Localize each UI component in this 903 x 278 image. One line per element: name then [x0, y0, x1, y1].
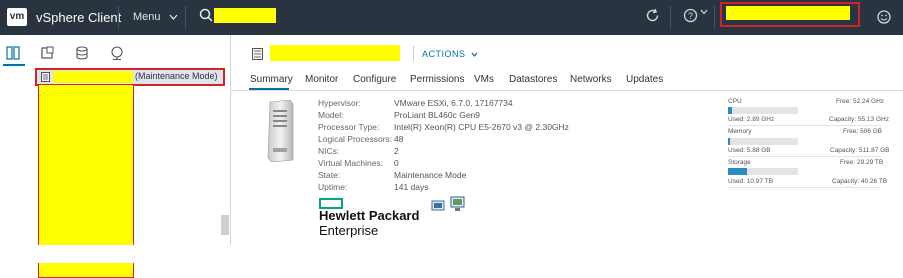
actions-label: ACTIONS: [422, 49, 466, 59]
object-tabs: Summary Monitor Configure Permissions VM…: [231, 72, 903, 91]
state-value: Maintenance Mode: [394, 170, 467, 180]
server-image: [267, 100, 294, 162]
storage-usage-fill: [728, 168, 747, 175]
memory-label: Memory: [728, 128, 752, 135]
logical-processors-label: Logical Processors:: [318, 134, 393, 144]
memory-used: Used: 5.88 GB: [728, 147, 771, 154]
app-title[interactable]: vSphere Client: [36, 10, 121, 25]
divider: [185, 6, 186, 29]
divider: [413, 46, 414, 61]
storage-used: Used: 10.97 TB: [728, 178, 774, 185]
tab-summary[interactable]: Summary: [250, 74, 293, 85]
cpu-free: Free: 52.24 GHz: [836, 98, 885, 105]
uptime-value: 141 days: [394, 182, 429, 192]
maintenance-mode-label: (Maintenance Mode): [135, 71, 218, 81]
tab-monitor[interactable]: Monitor: [305, 74, 338, 85]
virtual-machines-value: 0: [394, 158, 399, 168]
chevron-down-icon: [471, 52, 477, 57]
vendor-line-1: Hewlett Packard: [319, 208, 420, 223]
nics-value: 2: [394, 146, 399, 156]
hosts-and-clusters-icon[interactable]: [6, 46, 20, 60]
hypervisor-label: Hypervisor:: [318, 98, 361, 108]
tab-updates[interactable]: Updates: [626, 74, 663, 85]
menu-label: Menu: [133, 11, 161, 23]
processor-type-label: Processor Type:: [318, 122, 380, 132]
cpu-label: CPU: [728, 98, 742, 105]
chevron-down-icon: [169, 14, 178, 20]
search-input-redacted[interactable]: [214, 8, 276, 23]
tab-datastores[interactable]: Datastores: [509, 74, 557, 85]
storage-free: Free: 29.29 TB: [840, 159, 884, 166]
divider: [670, 6, 671, 29]
host-summary-content: k ACTIONS Summary Monitor Configure Perm…: [231, 35, 903, 245]
cpu-usage-bar: [728, 107, 798, 114]
inventory-panel: (Maintenance Mode): [0, 35, 231, 278]
divider: [728, 187, 881, 188]
tab-vms[interactable]: VMs: [474, 74, 494, 85]
hypervisor-value: VMware ESXi, 6.7.0, 17167734: [394, 98, 513, 108]
storage-capacity: Capacity: 40.26 TB: [832, 178, 888, 185]
host-maintenance-icon: [252, 48, 263, 60]
processor-type-value: Intel(R) Xeon(R) CPU E5-2670 v3 @ 2.30GH…: [394, 122, 569, 132]
username-redacted: [726, 6, 850, 20]
active-tab-indicator: [3, 64, 25, 66]
nics-label: NICs:: [318, 146, 340, 156]
user-smiley-icon[interactable]: [877, 10, 891, 24]
model-label: Model:: [318, 110, 344, 120]
search-icon[interactable]: [199, 8, 213, 22]
actions-menu-button[interactable]: ACTIONS: [422, 49, 478, 59]
active-tab-indicator: [249, 88, 289, 90]
cpu-usage-fill: [728, 107, 732, 114]
chevron-down-icon[interactable]: [700, 9, 708, 15]
model-value: ProLiant BL460c Gen9: [394, 110, 481, 120]
tab-networks[interactable]: Networks: [570, 74, 612, 85]
monitor-icon: [450, 196, 465, 211]
host-title-redacted: [270, 45, 400, 61]
help-icon[interactable]: ?: [683, 8, 698, 23]
user-menu-highlighted[interactable]: [720, 2, 860, 27]
networking-icon[interactable]: [110, 46, 124, 60]
uptime-label: Uptime:: [318, 182, 348, 192]
remote-console-icons: [431, 196, 465, 211]
tab-configure[interactable]: Configure: [353, 74, 396, 85]
vendor-logo-text: Hewlett Packard Enterprise: [319, 208, 419, 238]
memory-usage-bar: [728, 138, 798, 145]
vmware-logo[interactable]: vm: [7, 8, 27, 26]
page-bottom-whitespace: [0, 245, 903, 263]
divider: [714, 6, 715, 29]
logical-processors-value: 48: [394, 134, 404, 144]
host-name-redacted: [53, 71, 133, 83]
refresh-icon[interactable]: [645, 8, 660, 23]
memory-free: Free: 506 GB: [843, 128, 883, 135]
scrollbar-thumb[interactable]: [221, 215, 229, 235]
divider: [118, 6, 119, 29]
host-maintenance-icon: [41, 72, 50, 82]
storage-icon[interactable]: [76, 46, 88, 60]
vms-and-templates-icon[interactable]: [41, 46, 55, 60]
virtual-machines-label: Virtual Machines:: [318, 158, 384, 168]
top-navigation-bar: vm vSphere Client Menu ?: [0, 0, 903, 35]
storage-label: Storage: [728, 159, 751, 166]
console-icon: [431, 200, 445, 211]
memory-usage-fill: [728, 138, 730, 145]
tree-item-host-selected[interactable]: (Maintenance Mode): [35, 68, 225, 86]
memory-capacity: Capacity: 511.87 GB: [830, 147, 890, 154]
menu-button[interactable]: Menu: [133, 11, 178, 23]
storage-usage-bar: [728, 168, 798, 175]
state-label: State:: [318, 170, 341, 180]
cpu-capacity: Capacity: 55.13 GHz: [829, 116, 889, 123]
tab-permissions[interactable]: Permissions: [410, 74, 464, 85]
divider: [728, 125, 881, 126]
vendor-line-2: Enterprise: [319, 223, 379, 238]
cpu-used: Used: 2.89 GHz: [728, 116, 775, 123]
svg-text:?: ?: [688, 11, 693, 21]
divider: [728, 156, 881, 157]
